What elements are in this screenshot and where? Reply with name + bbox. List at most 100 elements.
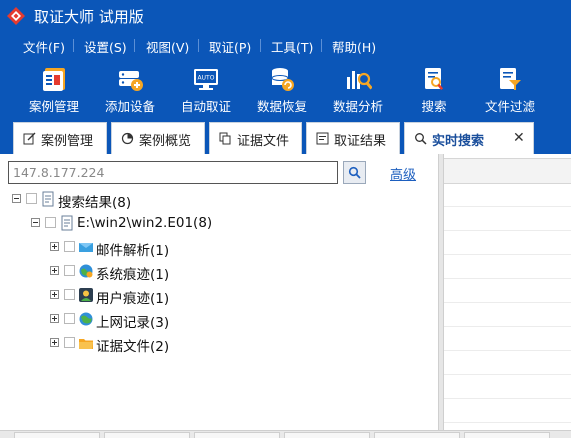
tree-node-label: 证据文件(2) [96, 339, 170, 355]
grid-row-line [444, 350, 571, 351]
tree-node-label: 搜索结果(8) [58, 195, 132, 211]
toolbar-add-device-button[interactable]: 添加设备 [92, 58, 168, 118]
tree-checkbox[interactable] [26, 193, 37, 204]
toolbar-search-button[interactable]: 搜索 [396, 58, 472, 118]
menu-view[interactable]: 视图(V) [146, 37, 189, 56]
menu-forensics[interactable]: 取证(P) [209, 37, 251, 56]
expand-toggle[interactable] [50, 338, 59, 347]
bottom-tab[interactable] [194, 432, 280, 438]
toolbar-timeline-button[interactable]: 时 [548, 58, 571, 118]
expand-toggle[interactable] [50, 266, 59, 275]
user-trace-icon [79, 288, 93, 302]
toolbar-label: 数据分析 [332, 99, 383, 114]
grid-row-line [444, 326, 571, 327]
advanced-search-link[interactable]: 高级 [390, 164, 416, 183]
copy-icon [219, 132, 231, 145]
tree-checkbox[interactable] [64, 265, 75, 276]
tree-node-evidence[interactable]: E:\win2\win2.E01(8) [0, 214, 400, 234]
tab-realtime-search[interactable]: 实时搜索 ✕ [404, 122, 534, 154]
expand-toggle[interactable] [50, 290, 59, 299]
data-recovery-icon [271, 68, 294, 91]
tree-node-label: 系统痕迹(1) [96, 267, 170, 283]
tab-label: 实时搜索 [432, 134, 485, 149]
case-management-icon [43, 68, 65, 91]
grid-row-line [444, 422, 571, 423]
tab-label: 案例概览 [139, 134, 192, 149]
bottom-tab[interactable] [104, 432, 190, 438]
tab-evidence-files[interactable]: 证据文件 [209, 122, 302, 154]
pie-chart-icon [121, 132, 134, 145]
menu-separator [321, 39, 322, 52]
tab-forensic-results[interactable]: 取证结果 [306, 122, 400, 154]
menu-bar: 文件(F) 设置(S) 视图(V) 取证(P) 工具(T) 帮助(H) [0, 31, 571, 58]
tab-label: 取证结果 [334, 134, 387, 149]
grid-row-line [444, 230, 571, 231]
result-icon [316, 132, 329, 145]
menu-settings[interactable]: 设置(S) [84, 37, 127, 56]
document-icon [42, 191, 54, 207]
grid-row-line [444, 398, 571, 399]
toolbar-label: 案例管理 [28, 99, 79, 114]
toolbar-label: 时 [548, 96, 571, 115]
add-device-icon [119, 71, 143, 91]
tab-case-overview[interactable]: 案例概览 [111, 122, 205, 154]
grid-header [444, 158, 571, 184]
grid-row-line [444, 278, 571, 279]
grid-row-line [444, 302, 571, 303]
tree-node-evidence-files[interactable]: 证据文件(2) [0, 334, 400, 355]
bottom-tab[interactable] [284, 432, 370, 438]
system-trace-icon [79, 264, 93, 278]
tree-checkbox[interactable] [64, 289, 75, 300]
tree-checkbox[interactable] [64, 313, 75, 324]
grid-row-line [444, 254, 571, 255]
tree-node-web-history[interactable]: 上网记录(3) [0, 310, 400, 331]
tab-bar: 案例管理 案例概览 证据文件 取证结果 实时搜索 ✕ [0, 118, 571, 154]
toolbar-data-analysis-button[interactable]: 数据分析 [320, 58, 396, 118]
toolbar-file-filter-button[interactable]: 文件过滤 [472, 58, 548, 118]
tree-node-system-trace[interactable]: 系统痕迹(1) [0, 262, 400, 283]
tree-checkbox[interactable] [64, 337, 75, 348]
search-icon [348, 166, 361, 179]
tab-label: 证据文件 [237, 134, 290, 149]
toolbar-data-recovery-button[interactable]: 数据恢复 [244, 58, 320, 118]
tree-node-label: 上网记录(3) [96, 315, 170, 331]
toolbar-label: 自动取证 [180, 99, 231, 114]
tree-node-label: 邮件解析(1) [96, 243, 170, 259]
bottom-tab[interactable] [464, 432, 550, 438]
close-icon[interactable]: ✕ [513, 130, 525, 146]
tree-node-label: 用户痕迹(1) [96, 291, 170, 307]
content-area: 高级 搜索结果(8) E:\win2\win2.E01(8) [0, 154, 571, 437]
app-logo-icon [7, 7, 25, 25]
tree-checkbox[interactable] [45, 217, 56, 228]
toolbar: 案例管理 添加设备 AUTO 自动取证 数据恢复 数据分析 搜索 文件过滤 [0, 58, 571, 118]
grid-row-line [444, 374, 571, 375]
tree-node-mail[interactable]: 邮件解析(1) [0, 238, 400, 259]
file-filter-icon [500, 68, 521, 90]
menu-separator [260, 39, 261, 52]
data-analysis-icon [347, 71, 372, 90]
menu-file[interactable]: 文件(F) [23, 37, 65, 56]
menu-help[interactable]: 帮助(H) [332, 37, 376, 56]
tab-case-management[interactable]: 案例管理 [13, 122, 107, 154]
menu-separator [73, 39, 74, 52]
bottom-tab[interactable] [374, 432, 460, 438]
expand-toggle[interactable] [50, 314, 59, 323]
title-bar: 取证大师 试用版 [0, 0, 571, 31]
collapse-toggle[interactable] [12, 194, 21, 203]
search-pane: 高级 搜索结果(8) E:\win2\win2.E01(8) [0, 154, 438, 430]
toolbar-label: 文件过滤 [484, 99, 535, 114]
search-icon [415, 133, 427, 145]
search-input[interactable] [8, 161, 338, 184]
collapse-toggle[interactable] [31, 218, 40, 227]
expand-toggle[interactable] [50, 242, 59, 251]
bottom-tab[interactable] [14, 432, 100, 438]
tree-node-root[interactable]: 搜索结果(8) [0, 190, 400, 211]
tree-checkbox[interactable] [64, 241, 75, 252]
window-title: 取证大师 试用版 [34, 8, 144, 26]
menu-tools[interactable]: 工具(T) [271, 37, 313, 56]
toolbar-case-management-button[interactable]: 案例管理 [16, 58, 92, 118]
toolbar-auto-forensics-button[interactable]: AUTO 自动取证 [168, 58, 244, 118]
tree-node-user-trace[interactable]: 用户痕迹(1) [0, 286, 400, 307]
tab-label: 案例管理 [41, 134, 94, 149]
search-button[interactable] [343, 161, 366, 184]
